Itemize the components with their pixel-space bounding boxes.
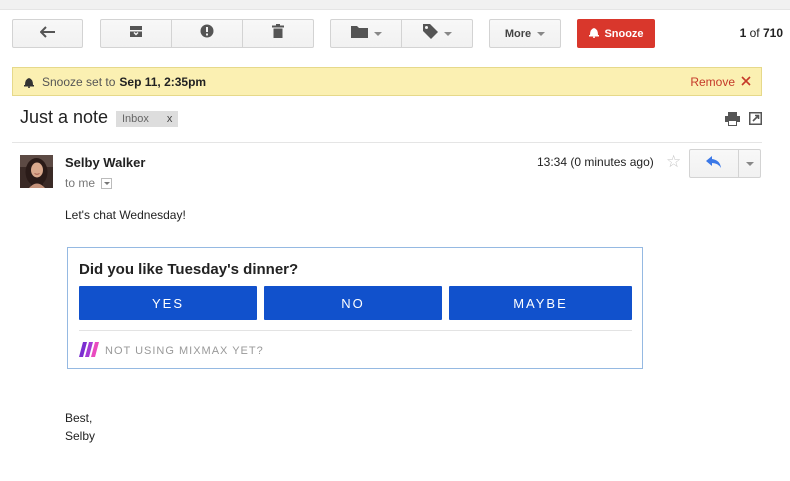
snooze-banner: Snooze set to Sep 11, 2:35pm Remove xyxy=(12,67,762,96)
top-strip xyxy=(0,0,790,10)
message-time: 13:34 (0 minutes ago) xyxy=(537,155,654,169)
back-arrow-icon xyxy=(39,25,56,43)
reply-icon xyxy=(706,155,722,173)
poll-divider xyxy=(79,330,632,331)
move-to-button[interactable] xyxy=(330,19,402,48)
snooze-label: Snooze xyxy=(604,27,644,40)
poll-option-yes[interactable]: YES xyxy=(79,286,257,320)
pager-of: of xyxy=(749,26,760,40)
promo-text: NOT USING MIXMAX YET? xyxy=(105,345,264,357)
pager-total: 710 xyxy=(762,26,783,40)
banner-text: Snooze set to xyxy=(42,74,116,89)
mixmax-promo-link[interactable]: NOT USING MIXMAX YET? xyxy=(79,342,264,360)
organize-button-group xyxy=(330,19,473,48)
label-text: Inbox xyxy=(122,113,149,125)
report-spam-button[interactable] xyxy=(172,19,243,48)
snooze-bell-icon xyxy=(588,26,600,41)
pager-range: 1 xyxy=(739,26,747,40)
snooze-button[interactable]: Snooze xyxy=(577,19,655,48)
chevron-down-icon xyxy=(537,31,546,36)
reply-button-group xyxy=(689,149,761,178)
more-reply-options-button[interactable] xyxy=(739,149,761,178)
chevron-down-icon xyxy=(103,181,110,185)
trash-icon xyxy=(272,24,284,43)
recipients: to me xyxy=(65,176,113,190)
signature: Selby xyxy=(65,429,96,443)
snooze-bell-icon xyxy=(23,76,35,88)
reply-button[interactable] xyxy=(689,149,739,178)
avatar xyxy=(20,155,53,188)
inbox-label-chip[interactable]: Inbox x xyxy=(116,111,179,127)
banner-datetime: Sep 11, 2:35pm xyxy=(119,74,207,89)
poll-option-maybe[interactable]: MAYBE xyxy=(449,286,632,320)
header-divider xyxy=(12,142,762,143)
folder-icon xyxy=(350,25,368,43)
new-window-icon[interactable] xyxy=(749,112,762,130)
sign-off: Best, xyxy=(65,411,93,425)
labels-button[interactable] xyxy=(402,19,473,48)
chevron-down-icon xyxy=(745,161,754,166)
delete-button[interactable] xyxy=(243,19,314,48)
archive-button[interactable] xyxy=(100,19,172,48)
show-details-button[interactable] xyxy=(101,177,113,189)
mixmax-poll: Did you like Tuesday's dinner? YES NO MA… xyxy=(67,247,643,369)
more-button[interactable]: More xyxy=(489,19,561,48)
mixmax-logo-icon xyxy=(79,342,99,360)
remove-label-button[interactable]: x xyxy=(167,113,173,125)
tag-icon xyxy=(422,23,438,44)
print-icon[interactable] xyxy=(725,112,740,131)
more-label: More xyxy=(504,27,532,40)
close-icon xyxy=(741,75,751,89)
back-button[interactable] xyxy=(12,19,83,48)
recipients-text: to me xyxy=(65,176,96,190)
star-icon[interactable]: ☆ xyxy=(666,152,681,172)
remove-snooze-button[interactable]: Remove xyxy=(690,75,751,89)
sender-name[interactable]: Selby Walker xyxy=(65,155,145,170)
chevron-down-icon xyxy=(443,31,452,36)
archive-icon xyxy=(129,25,143,43)
body-line: Let's chat Wednesday! xyxy=(65,208,186,222)
report-spam-icon xyxy=(200,24,214,43)
poll-option-no[interactable]: NO xyxy=(264,286,442,320)
remove-label: Remove xyxy=(690,74,735,89)
poll-question: Did you like Tuesday's dinner? xyxy=(79,261,299,278)
chevron-down-icon xyxy=(373,31,382,36)
action-button-group xyxy=(100,19,314,48)
message-subject: Just a note xyxy=(20,107,109,127)
pagination: 1 of 710 xyxy=(740,26,783,40)
